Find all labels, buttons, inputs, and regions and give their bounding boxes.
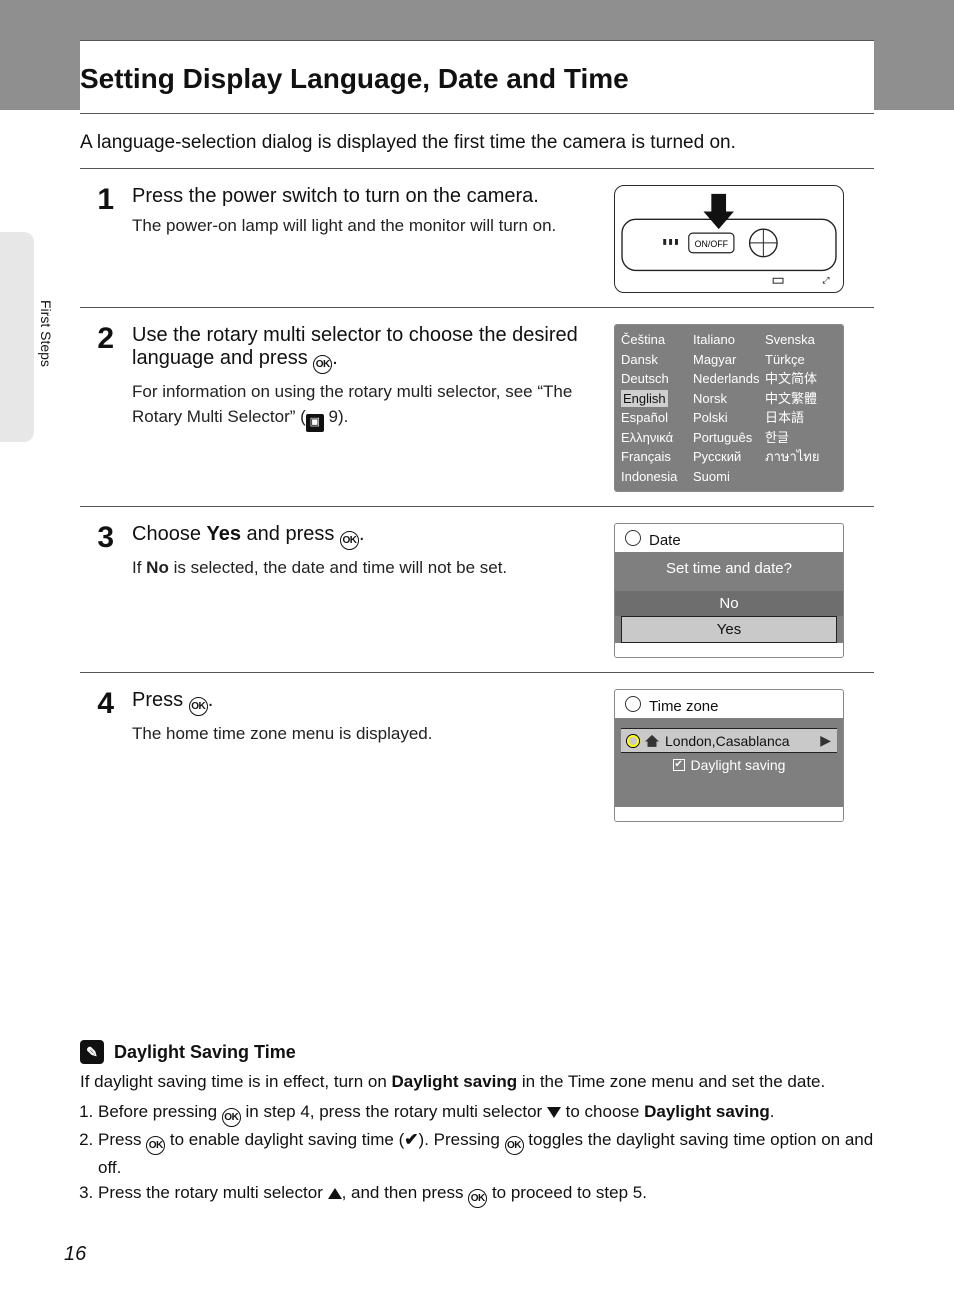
note-item-2: Press OK to enable daylight saving time … — [98, 1127, 874, 1181]
date-prompt-screen: Date Set time and date? No Yes — [614, 523, 844, 658]
step-4: 4 Press OK. The home time zone menu is d… — [80, 672, 874, 836]
step-subtext: The home time zone menu is displayed. — [132, 722, 606, 747]
language-option: Türkçe — [765, 351, 837, 369]
language-option: Magyar — [693, 351, 765, 369]
language-option: Italiano — [693, 331, 765, 349]
option-no: No — [615, 591, 843, 616]
ok-icon: OK — [146, 1136, 165, 1155]
language-option: Dansk — [621, 351, 693, 369]
language-option: Polski — [693, 409, 765, 427]
timezone-screen: Time zone London,Casablanca ▶ ✔ Daylight… — [614, 689, 844, 822]
language-option: 中文简体 — [765, 370, 837, 388]
step-subtext: If No is selected, the date and time wil… — [132, 556, 606, 581]
clock-icon — [625, 530, 641, 550]
step-subtext: For information on using the rotary mult… — [132, 380, 606, 432]
note-icon: ✎ — [80, 1040, 104, 1064]
timezone-value: London,Casablanca — [665, 733, 814, 749]
side-tab — [0, 232, 34, 442]
down-arrow-icon — [547, 1107, 561, 1118]
language-option: 中文繁體 — [765, 390, 837, 408]
page-number: 16 — [64, 1243, 86, 1266]
chevron-right-icon: ▶ — [820, 732, 831, 749]
option-yes: Yes — [621, 616, 837, 643]
language-option: Indonesia — [621, 468, 693, 486]
step-heading: Press OK. — [132, 689, 606, 716]
daylight-saving-label: Daylight saving — [691, 757, 786, 773]
page-title: Setting Display Language, Date and Time — [80, 41, 874, 113]
checkbox-icon: ✔ — [673, 759, 685, 771]
up-arrow-icon — [328, 1188, 342, 1199]
onoff-label: ON/OFF — [695, 239, 729, 249]
step-heading: Choose Yes and press OK. — [132, 523, 606, 550]
language-option: 한글 — [765, 429, 837, 447]
language-option: Nederlands — [693, 370, 765, 388]
ok-icon: OK — [340, 531, 359, 550]
note-item-1: Before pressing OK in step 4, press the … — [98, 1099, 874, 1127]
language-menu-screen: ČeštinaItalianoSvenska DanskMagyarTürkçe D… — [614, 324, 844, 492]
step-1: 1 Press the power switch to turn on the … — [80, 168, 874, 307]
step-heading: Use the rotary multi selector to choose … — [132, 324, 606, 374]
language-option: Русский — [693, 448, 765, 466]
step-2: 2 Use the rotary multi selector to choos… — [80, 307, 874, 506]
step-number: 3 — [80, 523, 124, 553]
language-option-selected: English — [621, 390, 668, 408]
language-option: Suomi — [693, 468, 765, 486]
lcd-title: Time zone — [649, 698, 718, 715]
language-option: Svenska — [765, 331, 837, 349]
lcd-question: Set time and date? — [615, 560, 843, 591]
intro-text: A language-selection dialog is displayed… — [80, 132, 874, 154]
step-subtext: The power-on lamp will light and the mon… — [132, 214, 606, 239]
step-number: 4 — [80, 689, 124, 719]
check-icon: ✔ — [404, 1127, 418, 1153]
language-option: ภาษาไทย — [765, 448, 837, 466]
language-option: Ελληνικά — [621, 429, 693, 447]
language-option — [765, 468, 837, 486]
page-content: Setting Display Language, Date and Time … — [80, 40, 874, 836]
step-heading: Press the power switch to turn on the ca… — [132, 185, 606, 208]
side-tab-label: First Steps — [38, 300, 54, 367]
ok-icon: OK — [313, 355, 332, 374]
language-option: Português — [693, 429, 765, 447]
step-number: 1 — [80, 185, 124, 215]
ok-icon: OK — [505, 1136, 524, 1155]
home-icon — [645, 735, 659, 747]
camera-top-illustration: ON/OFF ⤢ — [614, 185, 844, 293]
language-option: 日本語 — [765, 409, 837, 427]
note-title: Daylight Saving Time — [114, 1042, 296, 1063]
language-option: Español — [621, 409, 693, 427]
ok-icon: OK — [468, 1189, 487, 1208]
step-number: 2 — [80, 324, 124, 354]
ok-icon: OK — [222, 1108, 241, 1127]
language-option: Français — [621, 448, 693, 466]
language-option: Deutsch — [621, 370, 693, 388]
clock-icon — [625, 696, 641, 716]
selection-marker-icon — [627, 735, 639, 747]
svg-text:⤢: ⤢ — [821, 275, 829, 285]
lcd-title: Date — [649, 532, 681, 549]
step-3: 3 Choose Yes and press OK. If No is sele… — [80, 506, 874, 672]
language-option: Čeština — [621, 331, 693, 349]
note-intro: If daylight saving time is in effect, tu… — [80, 1070, 874, 1095]
language-option: English — [621, 390, 693, 408]
note-item-3: Press the rotary multi selector , and th… — [98, 1180, 874, 1208]
language-option: Norsk — [693, 390, 765, 408]
reference-icon: ▣ — [306, 414, 324, 432]
ok-icon: OK — [189, 697, 208, 716]
daylight-saving-note: ✎ Daylight Saving Time If daylight savin… — [80, 1040, 874, 1208]
